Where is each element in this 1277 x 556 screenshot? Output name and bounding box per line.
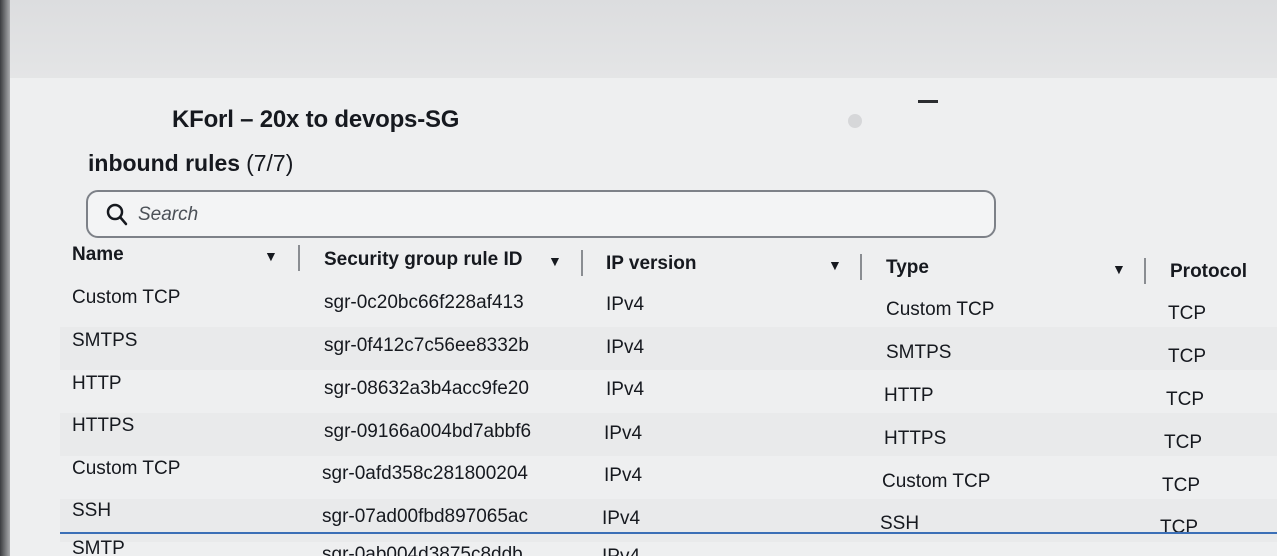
sort-name-icon[interactable]: ▼ <box>264 248 278 264</box>
cell-rule-id[interactable]: sgr-0ab004d3875c8ddb <box>322 544 523 556</box>
cell-rule-id[interactable]: sgr-08632a3b4acc9fe20 <box>324 378 529 400</box>
cell-type: Custom TCP <box>886 299 995 320</box>
table-header: Name ▼ Security group rule ID ▼ IP versi… <box>60 236 1277 286</box>
column-divider[interactable] <box>298 245 300 271</box>
cell-name: SSH <box>72 500 112 521</box>
cell-name: SMTPS <box>72 330 138 351</box>
column-header-protocol[interactable]: Protocol <box>1170 261 1247 283</box>
cell-protocol: TCP <box>1162 475 1200 496</box>
cell-protocol: TCP <box>1164 432 1202 453</box>
inbound-rules-count: (7/7) <box>246 150 294 176</box>
sort-rule-id-icon[interactable]: ▼ <box>548 253 562 269</box>
selection-divider <box>60 532 1277 534</box>
column-divider[interactable] <box>581 250 583 276</box>
cell-name: Custom TCP <box>72 458 181 479</box>
table-row[interactable]: HTTPS sgr-09166a004bd7abbf6 IPv4 HTTPS T… <box>60 413 1277 456</box>
cell-ip-version: IPv4 <box>602 508 641 529</box>
table-row[interactable]: HTTP sgr-08632a3b4acc9fe20 IPv4 HTTP TCP <box>60 370 1277 413</box>
cell-ip-version: IPv4 <box>606 294 645 315</box>
column-header-ip-version[interactable]: IP version <box>606 253 696 275</box>
column-header-name[interactable]: Name <box>72 244 124 266</box>
inbound-rules-heading: inbound rules (7/7) <box>88 150 293 177</box>
cell-rule-id[interactable]: sgr-07ad00fbd897065ac <box>322 506 528 528</box>
search-icon <box>106 202 128 231</box>
top-band <box>0 0 1277 79</box>
table-row[interactable]: Custom TCP sgr-0c20bc66f228af413 IPv4 Cu… <box>60 284 1277 327</box>
column-divider[interactable] <box>1144 258 1146 284</box>
inbound-rules-title: inbound rules <box>88 150 241 176</box>
sort-type-icon[interactable]: ▼ <box>1112 261 1126 277</box>
column-header-type[interactable]: Type <box>886 257 929 279</box>
cell-type: SMTPS <box>886 342 952 363</box>
cell-ip-version: IPv4 <box>604 465 643 486</box>
table-row[interactable]: SMTPS sgr-0f412c7c56ee8332b IPv4 SMTPS T… <box>60 327 1277 370</box>
table-row[interactable]: Custom TCP sgr-0afd358c281800204 IPv4 Cu… <box>60 456 1277 499</box>
cell-name: HTTPS <box>72 415 135 436</box>
cell-ip-version: IPv4 <box>606 337 645 358</box>
table-row[interactable]: SMTP sgr-0ab004d3875c8ddb IPv4 <box>60 540 1277 556</box>
column-header-rule-id[interactable]: Security group rule ID <box>324 249 522 271</box>
column-divider[interactable] <box>860 254 862 280</box>
cell-name: HTTP <box>72 373 122 394</box>
cell-type: HTTP <box>884 385 934 406</box>
table-row[interactable]: SSH sgr-07ad00fbd897065ac IPv4 SSH TCP <box>60 499 1277 542</box>
page-title: KForl – 20x to devops-SG <box>172 106 460 133</box>
cell-ip-version: IPv4 <box>602 546 640 556</box>
cell-rule-id[interactable]: sgr-09166a004bd7abbf6 <box>324 421 531 443</box>
sort-ip-version-icon[interactable]: ▼ <box>828 257 842 273</box>
cell-protocol: TCP <box>1168 303 1206 324</box>
cell-name: Custom TCP <box>72 287 181 308</box>
status-dot-icon <box>848 114 862 128</box>
cell-rule-id[interactable]: sgr-0c20bc66f228af413 <box>324 292 524 314</box>
search-input[interactable] <box>136 200 940 230</box>
inbound-rules-table: Name ▼ Security group rule ID ▼ IP versi… <box>60 236 1277 556</box>
cell-rule-id[interactable]: sgr-0f412c7c56ee8332b <box>324 335 529 357</box>
minimize-icon[interactable] <box>918 100 938 103</box>
cell-protocol: TCP <box>1166 389 1204 410</box>
cell-type: HTTPS <box>884 428 947 449</box>
cell-ip-version: IPv4 <box>604 423 643 444</box>
cell-protocol: TCP <box>1168 346 1206 367</box>
search-box[interactable] <box>86 190 996 238</box>
window-edge <box>0 0 10 556</box>
cell-rule-id[interactable]: sgr-0afd358c281800204 <box>322 463 528 485</box>
cell-protocol: TCP <box>1160 517 1198 538</box>
cell-name: SMTP <box>72 540 125 556</box>
cell-ip-version: IPv4 <box>606 379 645 400</box>
cell-type: Custom TCP <box>882 471 991 492</box>
